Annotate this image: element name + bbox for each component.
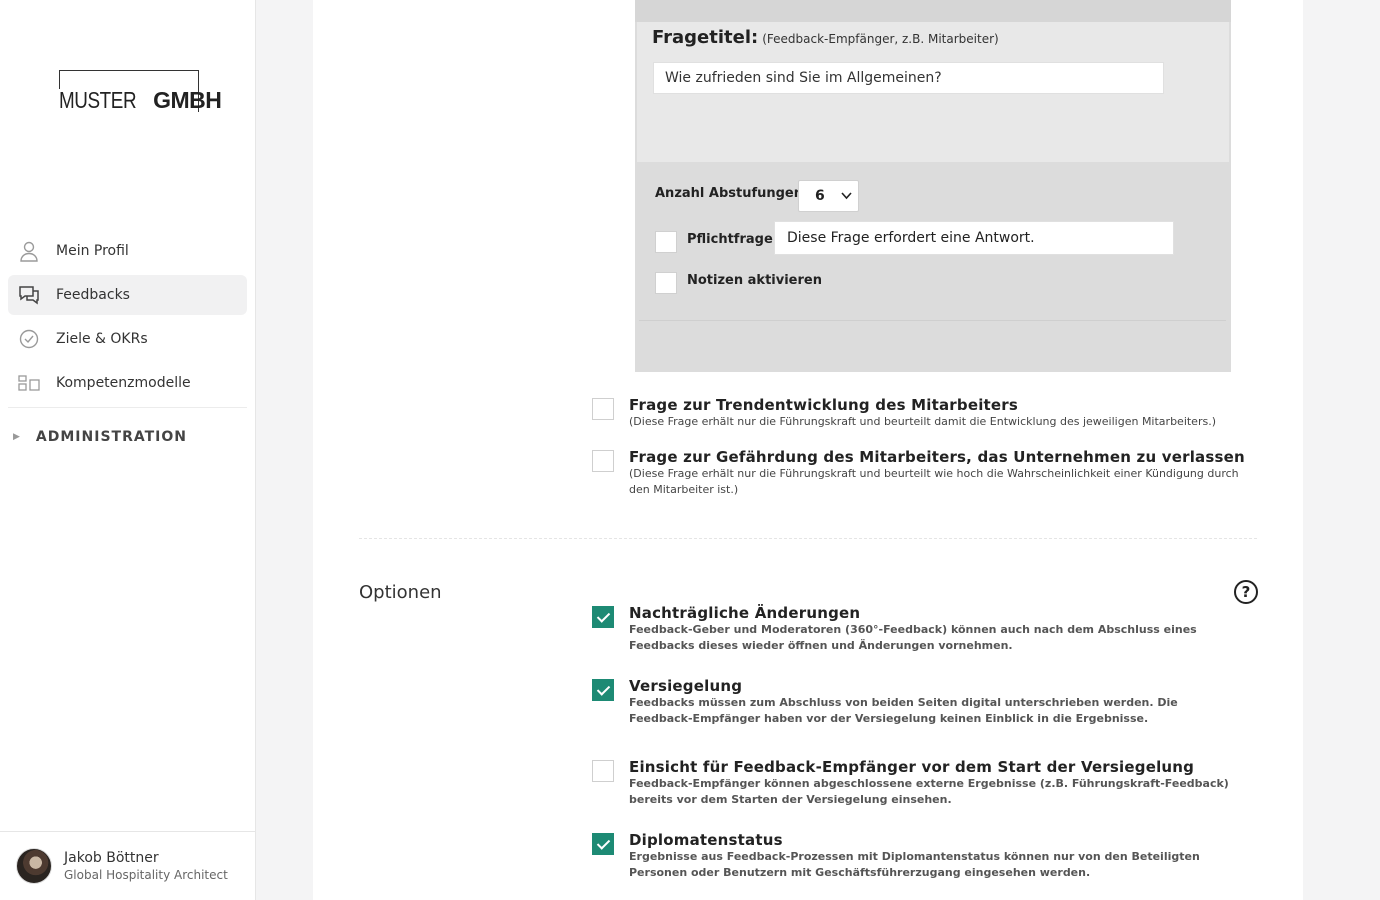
- sidebar-item-profile[interactable]: Mein Profil: [8, 231, 247, 271]
- steps-select[interactable]: 6: [798, 180, 859, 212]
- later-changes-checkbox[interactable]: [592, 606, 614, 628]
- user-name: Jakob Böttner: [64, 850, 159, 866]
- option-title: Frage zur Trendentwicklung des Mitarbeit…: [629, 396, 1019, 414]
- option-title: Diplomatenstatus: [629, 831, 783, 849]
- option-description: (Diese Frage erhält nur die Führungskraf…: [629, 467, 1239, 496]
- diplomat-status-checkbox[interactable]: [592, 833, 614, 855]
- option-description: Feedback-Empfänger können abgeschlossene…: [629, 777, 1229, 806]
- sidebar-item-label: Mein Profil: [56, 243, 129, 259]
- divider: [639, 320, 1226, 321]
- required-message-input[interactable]: Diese Frage erfordert eine Antwort.: [774, 221, 1174, 255]
- sidebar-item-administration[interactable]: ▶ ADMINISTRATION: [8, 408, 247, 466]
- sidebar-item-feedbacks[interactable]: Feedbacks: [8, 275, 247, 315]
- question-editor: Fragetitel: (Feedback-Empfänger, z.B. Mit…: [635, 0, 1231, 372]
- question-title-hint: (Feedback-Empfänger, z.B. Mitarbeiter): [762, 32, 999, 46]
- options-heading: Optionen: [359, 582, 442, 603]
- steps-label: Anzahl Abstufungen: [655, 186, 804, 201]
- avatar: [16, 848, 52, 884]
- company-logo[interactable]: MUSTER GMBH: [59, 70, 222, 112]
- option-description: (Diese Frage erhält nur die Führungskraf…: [629, 415, 1216, 428]
- caret-right-icon: ▶: [13, 432, 20, 442]
- sidebar-item-label: Kompetenzmodelle: [56, 375, 191, 391]
- sidebar-item-goals[interactable]: Ziele & OKRs: [8, 319, 247, 359]
- sidebar-nav: Mein Profil Feedbacks Ziele & OKRs Kompe…: [8, 231, 247, 466]
- notes-label: Notizen aktivieren: [687, 273, 822, 288]
- sidebar-item-label: Ziele & OKRs: [56, 331, 148, 347]
- question-title-label: Fragetitel: (Feedback-Empfänger, z.B. Mit…: [652, 27, 999, 48]
- chat-icon: [18, 284, 40, 306]
- sealing-checkbox[interactable]: [592, 679, 614, 701]
- section-divider: [359, 538, 1257, 539]
- required-label: Pflichtfrage: [687, 232, 773, 247]
- option-title: Versiegelung: [629, 677, 743, 695]
- chevron-down-icon: [841, 181, 852, 223]
- trend-question-checkbox[interactable]: [592, 398, 614, 420]
- option-title: Nachträgliche Änderungen: [629, 604, 861, 622]
- required-checkbox[interactable]: [655, 231, 677, 253]
- question-title-input[interactable]: Wie zufrieden sind Sie im Allgemeinen?: [653, 62, 1164, 94]
- user-role: Global Hospitality Architect: [64, 868, 228, 882]
- risk-question-checkbox[interactable]: [592, 450, 614, 472]
- sidebar: MUSTER GMBH Mein Profil Feedbacks Ziele &…: [0, 0, 256, 900]
- sidebar-item-label: ADMINISTRATION: [35, 429, 187, 445]
- check-circle-icon: [18, 328, 40, 350]
- help-icon[interactable]: ?: [1234, 580, 1258, 604]
- option-title: Einsicht für Feedback-Empfänger vor dem …: [629, 758, 1195, 776]
- notes-checkbox[interactable]: [655, 272, 677, 294]
- sidebar-item-label: Feedbacks: [56, 287, 130, 303]
- option-description: Feedbacks müssen zum Abschluss von beide…: [629, 696, 1178, 725]
- option-description: Feedback-Geber und Moderatoren (360°-Fee…: [629, 623, 1197, 652]
- user-icon: [18, 240, 40, 262]
- main-card: Fragetitel: (Feedback-Empfänger, z.B. Mit…: [313, 0, 1303, 900]
- grid-icon: [18, 372, 40, 394]
- user-profile[interactable]: Jakob Böttner Global Hospitality Archite…: [0, 831, 255, 900]
- sidebar-item-competencies[interactable]: Kompetenzmodelle: [8, 363, 247, 403]
- option-title: Frage zur Gefährdung des Mitarbeiters, d…: [629, 448, 1245, 466]
- option-description: Ergebnisse aus Feedback-Prozessen mit Di…: [629, 850, 1200, 879]
- preview-before-sealing-checkbox[interactable]: [592, 760, 614, 782]
